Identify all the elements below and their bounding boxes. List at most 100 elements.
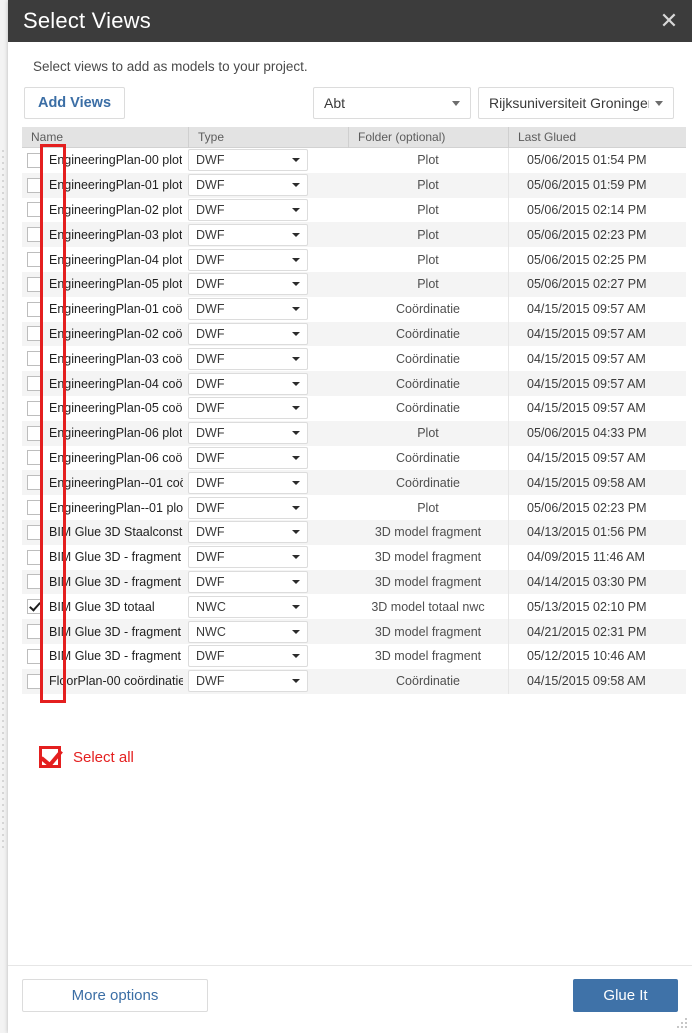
- row-checkbox[interactable]: [27, 400, 42, 416]
- table-row[interactable]: EngineeringPlan-00 plot DWF Plot 05/06/2015…: [22, 148, 686, 173]
- type-select[interactable]: DWF: [188, 521, 308, 544]
- table-row[interactable]: EngineeringPlan-03 plot DWF Plot 05/06/2015…: [22, 222, 686, 248]
- type-select[interactable]: DWF: [188, 149, 308, 172]
- type-select[interactable]: DWF: [188, 546, 308, 569]
- row-checkbox[interactable]: [27, 450, 42, 466]
- type-select[interactable]: DWF: [188, 471, 308, 494]
- type-select[interactable]: DWF: [188, 322, 308, 345]
- cell-folder[interactable]: Coördinatie: [348, 669, 508, 694]
- cell-folder[interactable]: Coördinatie: [348, 346, 508, 371]
- table-row[interactable]: BIM Glue 3D totaal NWC 3D model totaal nwc…: [22, 594, 686, 620]
- table-row[interactable]: EngineeringPlan-04 coördinatie DWF Coördin…: [22, 371, 686, 396]
- cell-folder[interactable]: Plot: [348, 148, 508, 173]
- row-checkbox[interactable]: [27, 326, 42, 342]
- resize-grip-icon[interactable]: [677, 1017, 689, 1029]
- row-checkbox[interactable]: [27, 574, 42, 590]
- row-checkbox[interactable]: [27, 376, 42, 392]
- add-views-button[interactable]: Add Views: [24, 87, 125, 119]
- type-select[interactable]: DWF: [188, 273, 308, 296]
- table-row[interactable]: BIM Glue 3D - fragment b DWF 3D model frag…: [22, 643, 686, 669]
- account-select[interactable]: Abt: [313, 87, 471, 119]
- table-row[interactable]: BIM Glue 3D - fragment p DWF 3D model frag…: [22, 569, 686, 595]
- table-row[interactable]: EngineeringPlan-05 coördinatie DWF Coördin…: [22, 395, 686, 421]
- row-checkbox[interactable]: [27, 202, 42, 218]
- row-checkbox[interactable]: [27, 252, 42, 268]
- row-checkbox[interactable]: [27, 425, 42, 441]
- cell-folder[interactable]: Plot: [348, 495, 508, 520]
- table-row[interactable]: EngineeringPlan-01 plot DWF Plot 05/06/2015…: [22, 172, 686, 198]
- glue-it-button[interactable]: Glue It: [573, 979, 678, 1012]
- table-row[interactable]: BIM Glue 3D Staalconstructie DWF 3D model …: [22, 519, 686, 545]
- table-row[interactable]: FloorPlan-00 coördinatie DWF Coördinatie 04…: [22, 668, 686, 694]
- type-select[interactable]: DWF: [188, 174, 308, 197]
- cell-folder[interactable]: 3D model fragment: [348, 644, 508, 669]
- type-select[interactable]: DWF: [188, 397, 308, 420]
- table-row[interactable]: EngineeringPlan-02 plot DWF Plot 05/06/2015…: [22, 197, 686, 223]
- row-checkbox[interactable]: [27, 624, 42, 640]
- cell-folder[interactable]: 3D model totaal nwc: [348, 594, 508, 619]
- cell-folder[interactable]: Coördinatie: [348, 371, 508, 396]
- cell-folder[interactable]: 3D model fragment: [348, 545, 508, 570]
- column-header-type[interactable]: Type: [188, 126, 348, 148]
- cell-folder[interactable]: Coördinatie: [348, 396, 508, 421]
- cell-folder[interactable]: Plot: [348, 222, 508, 247]
- table-row[interactable]: EngineeringPlan-06 plot DWF Plot 05/06/2015…: [22, 420, 686, 446]
- row-checkbox[interactable]: [27, 276, 42, 292]
- cell-folder[interactable]: 3D model fragment: [348, 520, 508, 545]
- chevron-down-icon: [452, 100, 460, 106]
- row-checkbox[interactable]: [27, 475, 42, 491]
- table-row[interactable]: EngineeringPlan--01 coördinatie DWF Coördi…: [22, 470, 686, 496]
- type-select[interactable]: DWF: [188, 496, 308, 519]
- row-checkbox[interactable]: [27, 524, 42, 540]
- row-checkbox[interactable]: [27, 177, 42, 193]
- cell-folder[interactable]: Coördinatie: [348, 297, 508, 322]
- row-checkbox[interactable]: [27, 351, 42, 367]
- type-select[interactable]: DWF: [188, 422, 308, 445]
- type-select[interactable]: DWF: [188, 446, 308, 469]
- cell-folder[interactable]: Coördinatie: [348, 446, 508, 471]
- type-select[interactable]: NWC: [188, 620, 308, 643]
- cell-folder[interactable]: Plot: [348, 198, 508, 223]
- table-row[interactable]: EngineeringPlan-04 plot DWF Plot 05/06/2015…: [22, 247, 686, 272]
- row-checkbox[interactable]: [27, 227, 42, 243]
- cell-folder[interactable]: Plot: [348, 272, 508, 297]
- type-select[interactable]: DWF: [188, 198, 308, 221]
- table-row[interactable]: EngineeringPlan-02 coördinatie DWF Coördin…: [22, 321, 686, 347]
- cell-folder[interactable]: Coördinatie: [348, 470, 508, 495]
- type-select[interactable]: DWF: [188, 298, 308, 321]
- table-row[interactable]: BIM Glue 3D - fragment b DWF 3D model frag…: [22, 544, 686, 570]
- cell-folder[interactable]: Plot: [348, 173, 508, 198]
- row-checkbox[interactable]: [27, 648, 42, 664]
- table-row[interactable]: BIM Glue 3D - fragment c NWC 3D model frag…: [22, 619, 686, 644]
- cell-folder[interactable]: Plot: [348, 421, 508, 446]
- type-select[interactable]: DWF: [188, 248, 308, 271]
- row-checkbox[interactable]: [27, 673, 42, 689]
- table-row[interactable]: EngineeringPlan-05 plot DWF Plot 05/06/2015…: [22, 271, 686, 297]
- column-header-last-glued[interactable]: Last Glued: [508, 126, 686, 148]
- table-row[interactable]: EngineeringPlan-01 coördinatie DWF Coördin…: [22, 296, 686, 322]
- table-row[interactable]: EngineeringPlan--01 plot DWF Plot 05/06/201…: [22, 495, 686, 520]
- close-icon[interactable]: ✕: [646, 0, 692, 42]
- more-options-button[interactable]: More options: [22, 979, 208, 1012]
- type-select[interactable]: DWF: [188, 223, 308, 246]
- project-select[interactable]: Rijksuniversiteit Groningen: [478, 87, 674, 119]
- type-select[interactable]: NWC: [188, 595, 308, 618]
- type-select[interactable]: DWF: [188, 372, 308, 395]
- type-select[interactable]: DWF: [188, 347, 308, 370]
- row-checkbox[interactable]: [27, 500, 42, 516]
- table-row[interactable]: EngineeringPlan-06 coördinatie DWF Coördin…: [22, 445, 686, 471]
- table-row[interactable]: EngineeringPlan-03 coördinatie DWF Coördin…: [22, 346, 686, 372]
- type-select[interactable]: DWF: [188, 670, 308, 693]
- row-checkbox[interactable]: [27, 152, 42, 168]
- cell-folder[interactable]: Plot: [348, 247, 508, 272]
- cell-folder[interactable]: 3D model fragment: [348, 570, 508, 595]
- cell-folder[interactable]: 3D model fragment: [348, 619, 508, 644]
- type-select[interactable]: DWF: [188, 570, 308, 593]
- type-select[interactable]: DWF: [188, 645, 308, 668]
- row-checkbox[interactable]: [27, 549, 42, 565]
- column-header-folder[interactable]: Folder (optional): [348, 126, 508, 148]
- row-checkbox-checked[interactable]: [27, 599, 42, 615]
- column-header-name[interactable]: Name: [22, 127, 188, 148]
- cell-folder[interactable]: Coördinatie: [348, 322, 508, 347]
- row-checkbox[interactable]: [27, 301, 42, 317]
